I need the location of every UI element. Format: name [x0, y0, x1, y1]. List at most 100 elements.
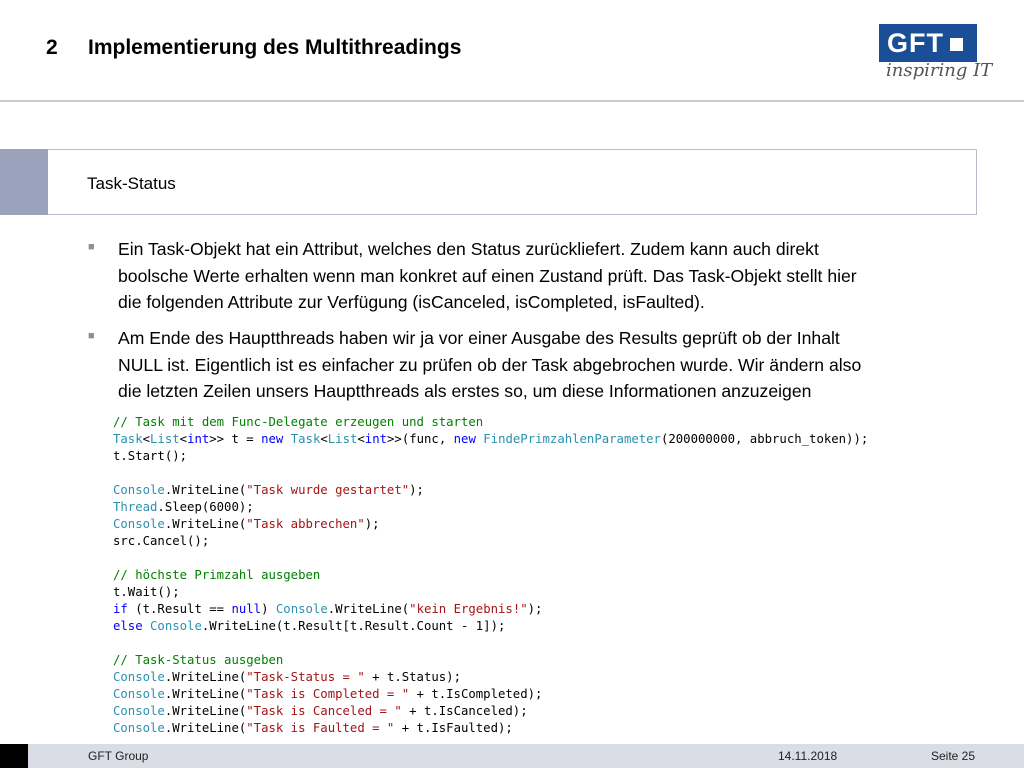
code-token: List — [327, 432, 358, 446]
section-title: Task-Status — [87, 174, 176, 193]
code-line: Thread.Sleep(6000); — [113, 499, 868, 516]
code-token: null — [231, 602, 262, 616]
code-line: Console.WriteLine("Task is Completed = "… — [113, 686, 868, 703]
code-token: List — [150, 432, 180, 446]
code-token: .WriteLine(t.Result[t.Result.Count - 1])… — [201, 619, 506, 633]
code-token: + t.Status); — [364, 670, 461, 684]
code-token: new — [453, 432, 476, 446]
bullet-1-line: Ein Task-Objekt hat ein Attribut, welche… — [118, 239, 819, 259]
code-token: Task — [290, 432, 321, 446]
code-token: .WriteLine( — [164, 670, 247, 684]
bullet-2-line: NULL ist. Eigentlich ist es einfacher zu… — [118, 354, 862, 375]
code-line: if (t.Result == null) Console.WriteLine(… — [113, 601, 868, 618]
code-token: "Task is Completed = " — [246, 687, 410, 701]
bullet-2-line: die letzten Zeilen unsers Hauptthreads a… — [118, 381, 812, 401]
code-line: Console.WriteLine("Task-Status = " + t.S… — [113, 669, 868, 686]
code-line: Console.WriteLine("Task abbrechen"); — [113, 516, 868, 533]
code-token: + t.IsCanceled); — [401, 704, 528, 718]
code-token: "Task-Status = " — [246, 670, 365, 684]
code-token: new — [261, 432, 284, 446]
bullet-square-icon: ■ — [88, 241, 95, 253]
code-token: ); — [527, 602, 543, 616]
code-token: (200000000, abbruch_token)); — [660, 432, 869, 446]
code-token: + t.IsCompleted); — [409, 687, 543, 701]
code-token: Console — [113, 687, 165, 701]
logo-tagline: inspiring IT — [886, 60, 993, 81]
code-token: t.Wait(); — [113, 585, 180, 599]
code-token: .WriteLine( — [164, 704, 247, 718]
code-token: if — [113, 602, 128, 616]
footer-dark-block — [0, 744, 28, 768]
code-line: // Task mit dem Func-Delegate erzeugen u… — [113, 414, 868, 431]
code-line: Console.WriteLine("Task wurde gestartet"… — [113, 482, 868, 499]
code-token: "Task is Canceled = " — [246, 704, 402, 718]
header-divider — [0, 100, 1024, 102]
code-token: >> t = — [209, 432, 262, 446]
bullet-paragraph-1: Ein Task-Objekt hat ein Attribut, welche… — [118, 236, 968, 316]
code-token: .WriteLine( — [164, 721, 247, 735]
code-token: int — [364, 432, 388, 446]
footer-page-number: Seite 25 — [931, 749, 976, 763]
code-token: int — [187, 432, 210, 446]
bullet-1-line: boolsche Werte erhalten wenn man konkret… — [118, 265, 857, 286]
code-token: ); — [409, 483, 424, 497]
code-token: < — [320, 432, 328, 446]
section-accent-bar — [0, 149, 48, 215]
code-line: // Task-Status ausgeben — [113, 652, 868, 669]
code-line: t.Start(); — [113, 448, 868, 465]
logo-square-icon — [950, 37, 963, 51]
code-token: "kein Ergebnis!" — [409, 602, 528, 616]
code-token: .Sleep(6000); — [157, 500, 254, 514]
logo-brand-text: GFT — [887, 27, 944, 58]
code-token: src.Cancel(); — [113, 534, 210, 548]
code-line: Console.WriteLine("Task is Canceled = " … — [113, 703, 868, 720]
code-token: Console — [113, 517, 165, 531]
footer-date: 14.11.2018 — [778, 749, 838, 763]
code-token: Thread — [113, 500, 158, 514]
code-token: "Task wurde gestartet" — [246, 483, 410, 497]
code-line: // höchste Primzahl ausgeben — [113, 567, 868, 584]
bullet-square-icon: ■ — [88, 330, 95, 342]
code-line: Console.WriteLine("Task is Faulted = " +… — [113, 720, 868, 737]
code-line: t.Wait(); — [113, 584, 868, 601]
code-token: Console — [113, 704, 165, 718]
code-token: Console — [113, 721, 165, 735]
code-token: .WriteLine( — [327, 602, 410, 616]
code-token: FindePrimzahlenParameter — [483, 432, 661, 446]
code-token: >>(func, — [387, 432, 454, 446]
code-token: .WriteLine( — [164, 483, 247, 497]
code-listing: // Task mit dem Func-Delegate erzeugen u… — [113, 414, 868, 737]
code-token: // Task mit dem Func-Delegate erzeugen u… — [113, 415, 484, 429]
code-token: Console — [113, 483, 165, 497]
code-token: .WriteLine( — [164, 687, 247, 701]
code-token: Console — [275, 602, 328, 616]
code-token: Console — [113, 670, 165, 684]
code-token: ); — [364, 517, 380, 531]
page-title: Implementierung des Multithreadings — [88, 36, 462, 59]
footer-company: GFT Group — [88, 749, 149, 763]
code-token: // Task-Status ausgeben — [113, 653, 284, 667]
bullet-paragraph-2: Am Ende des Hauptthreads haben wir ja vo… — [118, 325, 968, 405]
bullet-1-line: die folgenden Attribute zur Verfügung (i… — [118, 292, 705, 312]
code-token: .WriteLine( — [164, 517, 247, 531]
code-token: "Task is Faulted = " — [246, 721, 395, 735]
code-line: src.Cancel(); — [113, 533, 868, 550]
code-token: < — [142, 432, 151, 446]
code-token: + t.IsFaulted); — [394, 721, 513, 735]
code-token: ) — [261, 602, 276, 616]
code-line: else Console.WriteLine(t.Result[t.Result… — [113, 618, 868, 635]
code-token: t.Start(); — [113, 449, 188, 463]
code-line: Task<List<int>> t = new Task<List<int>>(… — [113, 431, 868, 448]
code-token: "Task abbrechen" — [246, 517, 365, 531]
code-token: (t.Result == — [127, 602, 232, 616]
code-token: Task — [113, 432, 143, 446]
code-token: else — [113, 619, 143, 633]
code-token: < — [179, 432, 188, 446]
bullet-2-line: Am Ende des Hauptthreads haben wir ja vo… — [118, 328, 840, 348]
footer-bar — [0, 744, 1024, 768]
